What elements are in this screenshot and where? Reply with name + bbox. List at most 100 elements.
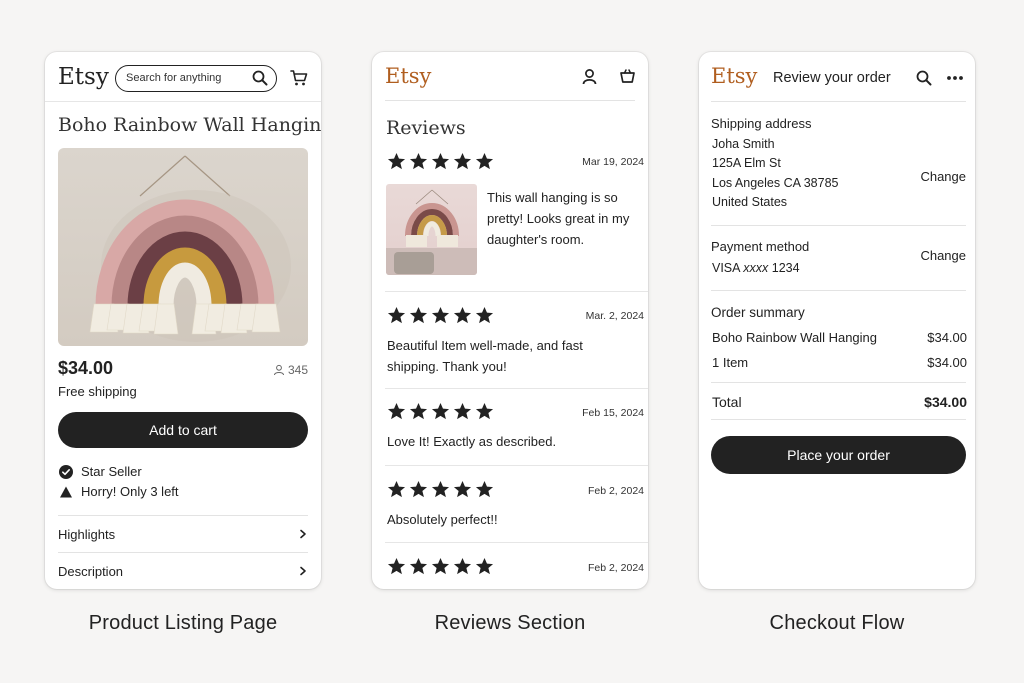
check-circle-icon: [59, 464, 73, 479]
search-placeholder: Search for anything: [126, 72, 222, 84]
reviews-screen: Etsy Reviews Mar 19, 2024 This wall hang…: [372, 52, 648, 589]
review-date: Feb 15, 2024: [582, 407, 644, 419]
basket-icon[interactable]: [619, 68, 636, 85]
star-icon: [431, 480, 450, 498]
more-options-icon[interactable]: [946, 72, 964, 84]
star-rating: [387, 557, 494, 576]
checkout-screen: Etsy Review your order Shipping address …: [699, 52, 975, 589]
star-icon: [475, 152, 494, 170]
total-row: Total $34.00: [712, 394, 967, 410]
star-icon: [409, 480, 428, 498]
review-photo-image: [386, 189, 477, 275]
product-price: $34.00: [58, 358, 114, 378]
star-icon: [409, 152, 428, 170]
star-icon: [387, 557, 406, 575]
summary-item-value: $34.00: [927, 330, 967, 345]
product-header: Etsy Search for anything: [45, 52, 321, 102]
favorites-count: 345: [273, 363, 308, 377]
review-photo[interactable]: [386, 184, 477, 275]
star-icon: [453, 306, 472, 324]
review-date: Feb 2, 2024: [587, 562, 644, 574]
total-value: $34.00: [924, 394, 967, 410]
payment-card: VISA xxxx 1234: [712, 261, 800, 275]
star-icon: [387, 480, 406, 498]
favorites-number: 345: [287, 363, 308, 377]
product-image[interactable]: [58, 148, 308, 346]
add-to-cart-button[interactable]: Add to cart: [58, 412, 308, 448]
star-rating: [387, 152, 494, 171]
star-icon: [453, 402, 472, 420]
star-icon: [475, 557, 494, 575]
star-icon: [475, 480, 494, 498]
review-item: Mar 19, 2024 This wall hanging is so pre…: [385, 148, 648, 292]
review-date: Mar 19, 2024: [582, 156, 644, 168]
change-address-link[interactable]: Change: [920, 169, 966, 184]
description-label: Description: [58, 563, 124, 579]
summary-row: Boho Rainbow Wall Hanging $34.00: [712, 330, 967, 345]
etsy-logo[interactable]: Etsy: [711, 64, 757, 88]
review-item: Feb 2, 2024: [385, 543, 648, 589]
star-icon: [453, 557, 472, 575]
star-rating: [387, 402, 494, 421]
review-text: Beautiful Item well-made, and fast shipp…: [387, 338, 583, 374]
address-line: 125A Elm St: [712, 156, 781, 170]
star-rating: [387, 306, 494, 325]
star-icon: [409, 306, 428, 324]
search-input[interactable]: Search for anything: [115, 65, 277, 92]
payment-method-label: Payment method: [711, 239, 810, 254]
review-text: Love It! Exactly as described.: [387, 434, 557, 449]
search-icon[interactable]: [916, 70, 932, 86]
address-line: Joha Smith: [712, 137, 775, 151]
shipping-info: Free shipping: [58, 384, 137, 399]
star-icon: [453, 152, 472, 170]
etsy-logo[interactable]: Etsy: [58, 64, 109, 90]
reviews-caption: Reviews Section: [434, 612, 586, 634]
warning-triangle-icon: [60, 486, 72, 497]
description-accordion[interactable]: Description: [58, 552, 308, 589]
star-icon: [387, 306, 406, 324]
divider: [711, 290, 966, 291]
star-icon: [431, 152, 450, 170]
total-label: Total: [712, 394, 742, 410]
star-icon: [431, 557, 450, 575]
review-text: This wall hanging is so pretty! Looks gr…: [487, 190, 630, 247]
rainbow-wall-hanging-image: [89, 155, 291, 342]
reviews-title: Reviews: [386, 117, 466, 139]
checkout-caption: Checkout Flow: [769, 612, 905, 634]
search-icon[interactable]: [252, 70, 268, 86]
highlights-accordion[interactable]: Highlights: [58, 515, 308, 552]
star-icon: [431, 402, 450, 420]
review-item: Feb 15, 2024 Love It! Exactly as describ…: [385, 389, 648, 466]
star-seller-badge: Star Seller: [59, 464, 142, 479]
checkout-header: Etsy Review your order: [711, 52, 966, 102]
change-payment-link[interactable]: Change: [920, 248, 966, 263]
place-order-button[interactable]: Place your order: [711, 436, 966, 474]
star-icon: [475, 402, 494, 420]
summary-row: 1 Item $34.00: [712, 355, 967, 370]
user-icon[interactable]: [581, 68, 598, 85]
cart-icon[interactable]: [290, 69, 308, 87]
card-mask: xxxx: [743, 261, 769, 275]
etsy-logo[interactable]: Etsy: [385, 64, 431, 88]
address-line: United States: [712, 195, 788, 209]
review-item: Feb 2, 2024 Absolutely perfect!!: [385, 466, 648, 543]
product-caption: Product Listing Page: [88, 612, 278, 634]
chevron-right-icon: [300, 566, 306, 576]
divider: [711, 419, 966, 420]
review-date: Feb 2, 2024: [587, 485, 644, 497]
user-icon: [273, 364, 284, 376]
address-line: Los Angeles CA 38785: [712, 176, 839, 190]
review-text: Absolutely perfect!!: [387, 512, 498, 527]
low-stock-badge: Horry! Only 3 left: [59, 484, 179, 499]
star-icon: [409, 557, 428, 575]
card-brand: VISA: [712, 261, 740, 275]
star-icon: [431, 306, 450, 324]
reviews-header: Etsy: [385, 52, 635, 101]
star-icon: [387, 152, 406, 170]
star-seller-label: Star Seller: [81, 464, 142, 479]
star-icon: [409, 402, 428, 420]
order-summary-label: Order summary: [711, 305, 805, 320]
divider: [711, 382, 966, 383]
shipping-address-label: Shipping address: [711, 116, 812, 131]
summary-item-value: $34.00: [927, 355, 967, 370]
